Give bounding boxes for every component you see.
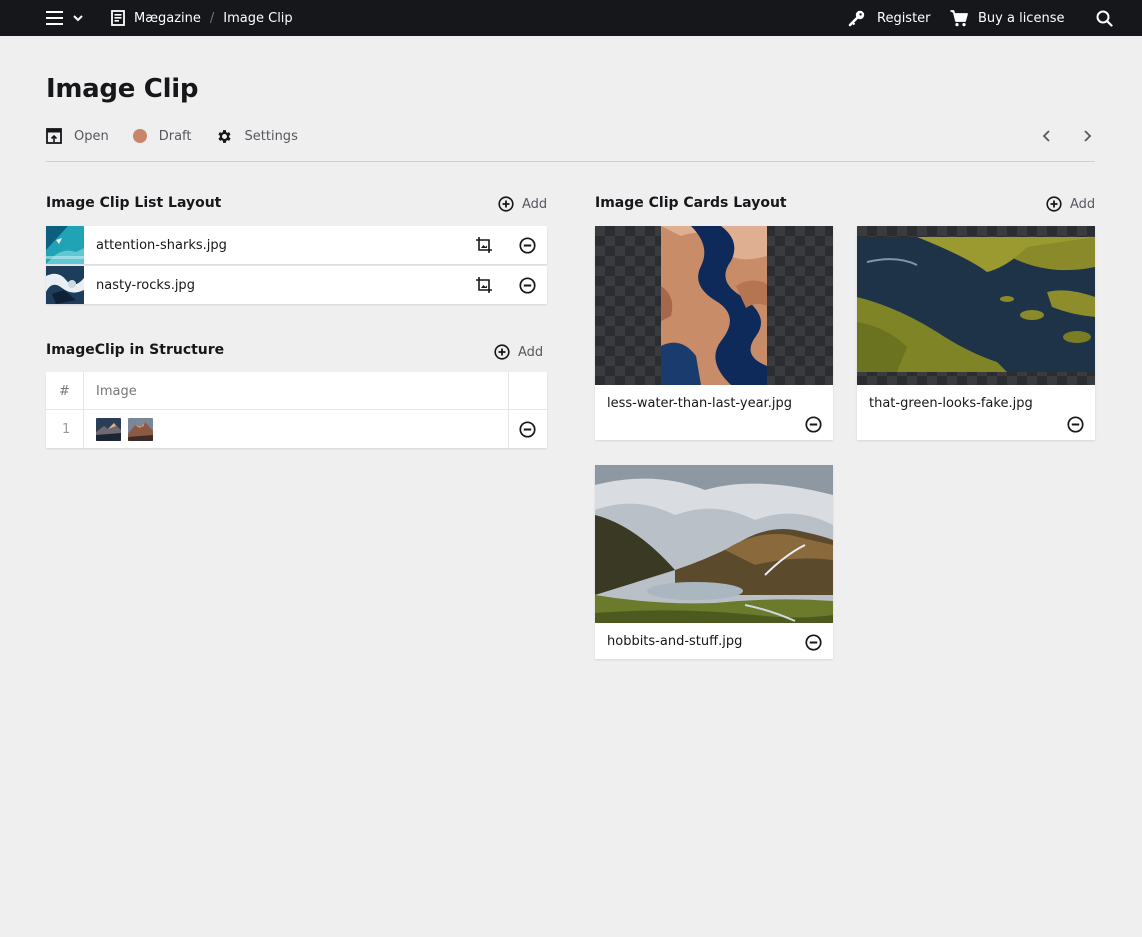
crop-icon (476, 277, 492, 293)
cart-icon (950, 9, 968, 26)
column-divider (508, 372, 509, 448)
register-label: Register (877, 10, 931, 26)
header-divider (46, 161, 1095, 162)
card-image (857, 226, 1095, 385)
add-label: Add (522, 196, 548, 212)
add-label: Add (518, 344, 544, 360)
structure-title: ImageClip in Structure (46, 342, 225, 358)
top-bar: Mægazine / Image Clip Register Buy a lic… (0, 0, 1142, 36)
minus-circle-icon (804, 415, 822, 433)
document-icon (111, 10, 125, 26)
image-thumbnail (128, 417, 153, 441)
breadcrumb: Mægazine / Image Clip (111, 0, 293, 36)
image-card[interactable]: less-water-than-last-year.jpg (595, 226, 833, 440)
open-button[interactable]: Open (46, 128, 109, 144)
draft-status-button[interactable]: Draft (132, 128, 192, 144)
list-layout-add-button[interactable]: Add (498, 196, 547, 212)
remove-button[interactable] (803, 414, 823, 434)
card-name: hobbits-and-stuff.jpg (607, 634, 743, 649)
settings-label: Settings (244, 128, 298, 144)
image-card[interactable]: that-green-looks-fake.jpg (857, 226, 1095, 440)
remove-button[interactable] (517, 235, 537, 255)
minus-circle-icon (518, 276, 536, 294)
key-icon (848, 10, 865, 27)
menu-button[interactable] (46, 0, 83, 36)
remove-button[interactable] (1065, 414, 1085, 434)
open-label: Open (74, 128, 109, 144)
gear-icon (217, 129, 231, 143)
plus-circle-icon (498, 196, 514, 212)
breadcrumb-item[interactable]: Image Clip (223, 11, 292, 26)
hamburger-icon (46, 11, 63, 25)
buy-license-button[interactable]: Buy a license (950, 0, 1064, 36)
table-row[interactable] (96, 410, 160, 448)
structure-add-button[interactable]: Add (494, 344, 543, 360)
search-button[interactable] (1096, 0, 1113, 36)
add-label: Add (1070, 196, 1096, 212)
register-button[interactable]: Register (848, 0, 931, 36)
minus-circle-icon (518, 236, 536, 254)
image-thumbnail (46, 266, 84, 304)
chevron-down-icon (73, 14, 83, 21)
list-item[interactable]: nasty-rocks.jpg (46, 266, 547, 304)
crop-icon (476, 237, 492, 253)
valley-lake-image (595, 465, 833, 623)
minus-circle-icon (804, 633, 822, 651)
card-image (595, 465, 833, 623)
image-thumbnail (96, 417, 121, 441)
card-image (595, 226, 833, 385)
structure-table: # Image 1 (46, 372, 547, 448)
document-toolbar: Open Draft Settings (46, 126, 322, 146)
image-card[interactable]: hobbits-and-stuff.jpg (595, 465, 833, 659)
search-icon (1096, 10, 1113, 27)
settings-button[interactable]: Settings (216, 128, 298, 145)
column-divider (83, 372, 84, 448)
card-name: that-green-looks-fake.jpg (869, 396, 1033, 411)
open-preview-icon (46, 128, 62, 144)
crop-button[interactable] (474, 275, 494, 295)
status-dot (132, 129, 147, 143)
remove-button[interactable] (517, 275, 537, 295)
crop-button[interactable] (474, 235, 494, 255)
remove-button[interactable] (803, 632, 823, 652)
previous-button[interactable] (1042, 126, 1052, 146)
chevron-left-icon (1042, 130, 1050, 142)
river-green-islands-image (857, 237, 1095, 372)
cards-layout-add-button[interactable]: Add (1046, 196, 1095, 212)
row-index: 1 (62, 421, 71, 437)
remove-row-button[interactable] (519, 410, 536, 448)
plus-circle-icon (1046, 196, 1062, 212)
image-thumbnail (46, 226, 84, 264)
breadcrumb-item[interactable]: Mægazine (134, 11, 201, 26)
cards-layout-title: Image Clip Cards Layout (595, 195, 787, 211)
breadcrumb-separator: / (209, 10, 215, 26)
minus-circle-icon (519, 420, 536, 438)
canyon-river-image (661, 226, 767, 385)
minus-circle-icon (1066, 415, 1084, 433)
plus-circle-icon (494, 344, 510, 360)
chevron-right-icon (1084, 130, 1092, 142)
card-name: less-water-than-last-year.jpg (607, 396, 792, 411)
column-header-image: Image (96, 383, 137, 399)
column-header-index: # (59, 383, 70, 399)
buy-license-label: Buy a license (978, 10, 1065, 26)
page-title: Image Clip (46, 74, 199, 104)
list-layout-title: Image Clip List Layout (46, 195, 222, 211)
draft-label: Draft (158, 128, 192, 144)
list-item[interactable]: attention-sharks.jpg (46, 226, 547, 264)
next-button[interactable] (1082, 126, 1092, 146)
